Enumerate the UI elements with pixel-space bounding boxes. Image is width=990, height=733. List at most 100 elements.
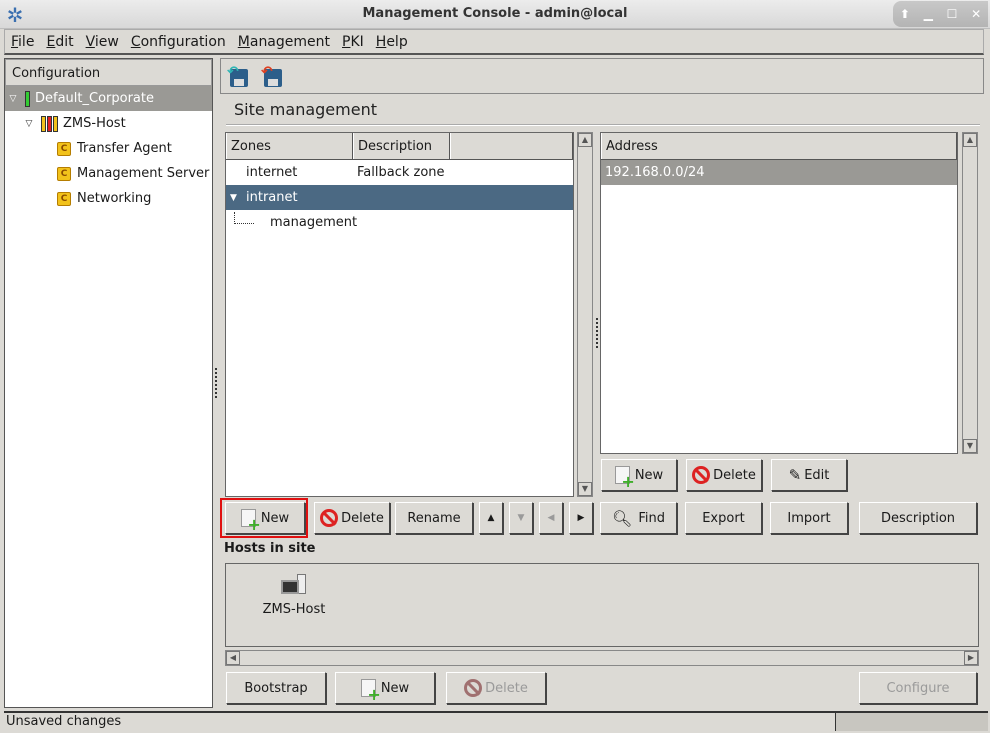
address-list: Address 192.168.0.0/24 xyxy=(600,132,958,454)
scroll-down-icon[interactable]: ▼ xyxy=(963,439,977,453)
splitter-grip xyxy=(215,368,217,398)
tree-item-label: ZMS-Host xyxy=(63,116,126,131)
zone-delete-button[interactable]: Delete xyxy=(314,502,390,534)
address-scrollbar[interactable]: ▲ ▼ xyxy=(962,132,978,454)
expander-icon[interactable]: ▽ xyxy=(7,94,19,104)
tree-item-networking[interactable]: C Networking xyxy=(5,186,212,211)
menu-pki[interactable]: PKI xyxy=(336,34,370,50)
scroll-up-icon[interactable]: ▲ xyxy=(578,133,592,147)
configuration-tree: Configuration ▽ Default_Corporate ▽ ZMS-… xyxy=(4,58,213,708)
zone-row-management[interactable]: management xyxy=(226,210,573,235)
delete-icon xyxy=(692,466,711,484)
hosts-list: ZMS-Host xyxy=(225,563,979,647)
menu-configuration[interactable]: Configuration xyxy=(125,34,232,50)
tree-item-label: Management Server xyxy=(77,166,210,181)
address-row[interactable]: 192.168.0.0/24 xyxy=(601,160,957,185)
mnemonic: M xyxy=(237,33,250,50)
host-item[interactable]: ZMS-Host xyxy=(254,574,334,617)
address-value: 192.168.0.0/24 xyxy=(605,165,705,180)
magnifier-icon: 🔍︎ xyxy=(612,508,633,528)
import-button[interactable]: Import xyxy=(770,502,848,534)
button-label: New xyxy=(634,467,664,483)
export-button[interactable]: Export xyxy=(685,502,762,534)
tree-line xyxy=(234,212,254,224)
button-label: Find xyxy=(638,510,665,526)
title-bar: ✲ Management Console - admin@local ⬆ ▁ ☐… xyxy=(0,0,990,29)
status-bar: Unsaved changes xyxy=(4,711,835,731)
component-c-icon: C xyxy=(57,141,71,156)
menu-label: anagement xyxy=(249,33,331,50)
address-new-button[interactable]: New xyxy=(601,459,677,491)
menu-edit[interactable]: Edit xyxy=(40,34,79,50)
button-label: Edit xyxy=(804,467,830,483)
splitter-grip xyxy=(596,318,598,348)
move-right-button[interactable]: ▶ xyxy=(569,502,593,534)
move-left-button[interactable]: ◀ xyxy=(539,502,563,534)
tree-item-label: Default_Corporate xyxy=(35,91,154,106)
tree-item-label: Transfer Agent xyxy=(77,141,172,156)
bootstrap-button[interactable]: Bootstrap xyxy=(226,672,326,704)
status-green-icon xyxy=(25,90,31,107)
tree-item-default-corporate[interactable]: ▽ Default_Corporate xyxy=(5,86,212,111)
column-header-description[interactable]: Description xyxy=(353,133,450,159)
tree-item-management-server[interactable]: C Management Server xyxy=(5,161,212,186)
tree-item-label: Networking xyxy=(77,191,152,206)
address-edit-button[interactable]: ✎ Edit xyxy=(771,459,847,491)
column-header-address[interactable]: Address xyxy=(601,133,957,159)
zone-name: management xyxy=(270,215,358,230)
highlight-box xyxy=(220,498,308,538)
host-delete-button[interactable]: Delete xyxy=(446,672,546,704)
menu-view[interactable]: View xyxy=(80,34,125,50)
hosts-in-site-label: Hosts in site xyxy=(224,541,316,556)
site-management-panel: ↶ ↶ Site management Zones Description in… xyxy=(220,58,984,708)
scroll-down-icon[interactable]: ▼ xyxy=(578,482,592,496)
find-button[interactable]: 🔍︎ Find xyxy=(600,502,677,534)
zones-scrollbar[interactable]: ▲ ▼ xyxy=(577,132,593,497)
save-commit-icon[interactable]: ↶ xyxy=(227,64,251,88)
menu-help[interactable]: Help xyxy=(370,34,414,50)
close-icon[interactable]: ✕ xyxy=(971,7,981,21)
zone-row-intranet[interactable]: ▼ intranet xyxy=(226,185,573,210)
zone-row-internet[interactable]: internet Fallback zone xyxy=(226,160,573,185)
mnemonic: F xyxy=(11,33,19,50)
minimize-icon[interactable]: ▁ xyxy=(924,7,933,21)
expander-icon[interactable]: ▽ xyxy=(23,119,35,129)
configure-button[interactable]: Configure xyxy=(859,672,977,704)
computer-icon xyxy=(281,574,307,596)
window-title: Management Console - admin@local xyxy=(362,6,628,21)
component-c-icon: C xyxy=(57,166,71,181)
tree-item-zms-host[interactable]: ▽ ZMS-Host xyxy=(5,111,212,136)
new-document-icon xyxy=(614,466,635,489)
host-new-button[interactable]: New xyxy=(335,672,435,704)
zones-list: Zones Description internet Fallback zone… xyxy=(225,132,574,497)
tree-item-transfer-agent[interactable]: C Transfer Agent xyxy=(5,136,212,161)
shade-icon[interactable]: ⬆ xyxy=(900,7,910,21)
button-label: New xyxy=(380,680,410,696)
zones-list-header: Zones Description xyxy=(226,133,573,160)
save-revert-icon[interactable]: ↶ xyxy=(261,64,285,88)
status-yellow-red-yellow-icon xyxy=(41,115,59,132)
component-c-icon: C xyxy=(57,191,71,206)
address-delete-button[interactable]: Delete xyxy=(686,459,762,491)
menu-file[interactable]: File xyxy=(5,34,40,50)
menu-label: dit xyxy=(55,33,74,50)
column-header-extra[interactable] xyxy=(450,133,573,159)
zone-rename-button[interactable]: Rename xyxy=(395,502,473,534)
mnemonic: E xyxy=(46,33,56,50)
column-header-zones[interactable]: Zones xyxy=(226,133,353,159)
scroll-left-icon[interactable]: ◀ xyxy=(226,651,240,665)
zone-name: intranet xyxy=(246,190,298,205)
scroll-right-icon[interactable]: ▶ xyxy=(964,651,978,665)
description-button[interactable]: Description xyxy=(859,502,977,534)
section-title: Site management xyxy=(234,100,377,119)
move-down-button[interactable]: ▼ xyxy=(509,502,533,534)
maximize-icon[interactable]: ☐ xyxy=(947,7,958,21)
hosts-scrollbar[interactable]: ◀ ▶ xyxy=(225,650,979,666)
move-up-button[interactable]: ▲ xyxy=(479,502,503,534)
menu-management[interactable]: Management xyxy=(232,34,336,50)
tree-header: Configuration xyxy=(5,59,212,86)
scroll-up-icon[interactable]: ▲ xyxy=(963,133,977,147)
expander-icon[interactable]: ▼ xyxy=(226,193,246,203)
divider xyxy=(226,124,980,126)
mnemonic: C xyxy=(130,33,141,50)
